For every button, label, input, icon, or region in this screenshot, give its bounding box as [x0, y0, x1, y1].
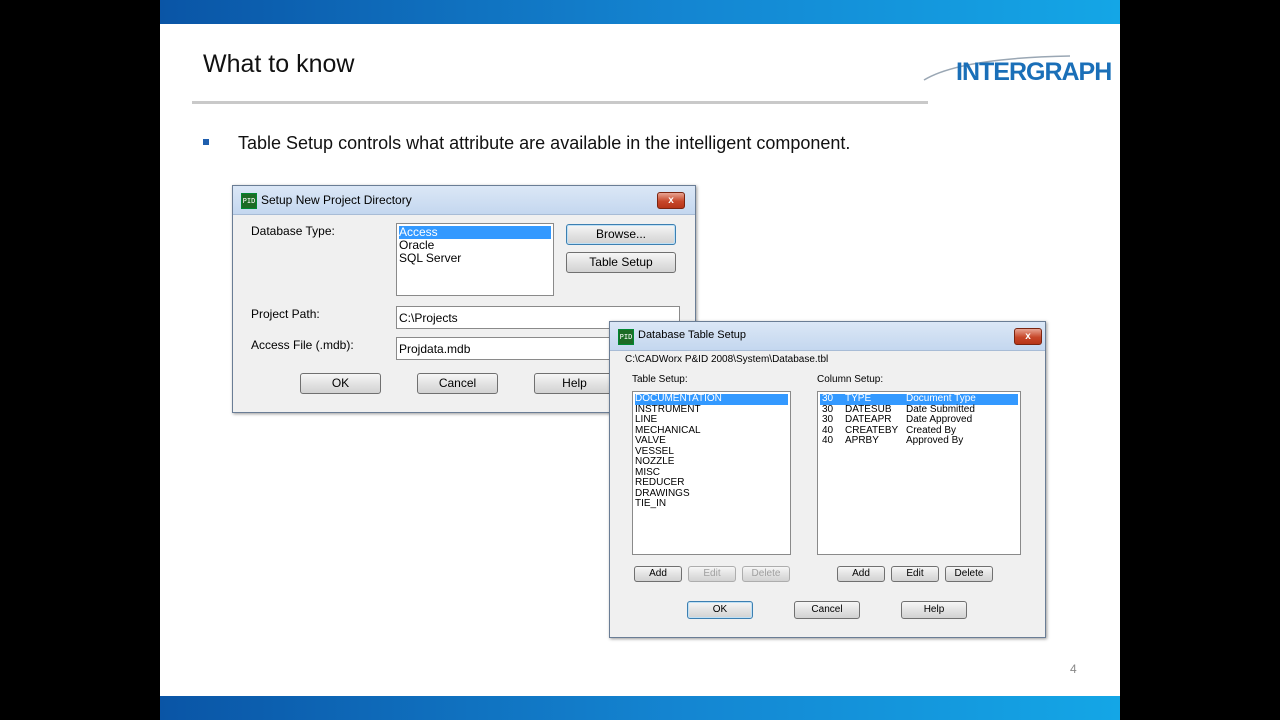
- intergraph-logo: INTERGRAPH: [920, 50, 1112, 94]
- table-add-button[interactable]: Add: [634, 566, 682, 582]
- browse-button[interactable]: Browse...: [566, 224, 676, 245]
- table-list-item[interactable]: TIE_IN: [635, 498, 666, 510]
- column-list-row[interactable]: 30 DATEAPR Date Approved: [820, 414, 1018, 426]
- list-item-sql-server[interactable]: SQL Server: [399, 252, 461, 265]
- database-type-label: Database Type:: [251, 224, 335, 238]
- table-list-item[interactable]: LINE: [635, 414, 657, 426]
- column-edit-button[interactable]: Edit: [891, 566, 939, 582]
- column-size: 40: [822, 435, 834, 446]
- column-add-button[interactable]: Add: [837, 566, 885, 582]
- column-setup-label: Column Setup:: [817, 374, 884, 385]
- table-setup-list[interactable]: DOCUMENTATION INSTRUMENT LINE MECHANICAL VAL…: [632, 391, 791, 555]
- column-list-row[interactable]: 40 APRBY Approved By: [820, 435, 1018, 447]
- column-delete-button[interactable]: Delete: [945, 566, 993, 582]
- column-list-row[interactable]: 30 TYPE Document Type: [820, 393, 1018, 405]
- slide-title: What to know: [203, 50, 355, 78]
- title-divider: [192, 101, 928, 104]
- column-desc: Document Type: [906, 393, 976, 404]
- column-desc: Approved By: [906, 435, 964, 446]
- table-edit-button[interactable]: Edit: [688, 566, 736, 582]
- access-file-value: Projdata.mdb: [399, 342, 471, 356]
- table-setup-button[interactable]: Table Setup: [566, 252, 676, 273]
- top-banner: [160, 0, 1120, 24]
- cadworx-app-icon: PID: [618, 329, 634, 345]
- ok-button[interactable]: OK: [300, 373, 381, 394]
- logo-text: INTERGRAPH: [956, 58, 1112, 86]
- database-file-path: C:\CADWorx P&ID 2008\System\Database.tbl: [625, 354, 829, 365]
- cancel-button[interactable]: Cancel: [417, 373, 498, 394]
- dialog-title: Database Table Setup: [638, 329, 747, 341]
- database-table-setup-dialog: PID Database Table Setup x C:\CADWorx P&…: [609, 321, 1046, 638]
- close-button[interactable]: x: [657, 192, 685, 209]
- column-name: APRBY: [845, 435, 879, 446]
- column-size: 30: [822, 393, 834, 404]
- project-path-value: C:\Projects: [399, 311, 458, 325]
- close-button[interactable]: x: [1014, 328, 1042, 345]
- table-delete-button[interactable]: Delete: [742, 566, 790, 582]
- dialog-titlebar[interactable]: PID Database Table Setup x: [610, 322, 1045, 351]
- dialog-titlebar[interactable]: PID Setup New Project Directory x: [233, 186, 695, 215]
- database-type-list[interactable]: Access Oracle SQL Server: [396, 223, 554, 296]
- project-path-label: Project Path:: [251, 307, 320, 321]
- column-name: DATEAPR: [845, 414, 892, 425]
- cadworx-app-icon: PID: [241, 193, 257, 209]
- column-name: TYPE: [845, 393, 872, 404]
- bottom-banner: [160, 696, 1120, 720]
- page-number: 4: [1070, 662, 1077, 676]
- cancel-button[interactable]: Cancel: [794, 601, 860, 619]
- ok-button[interactable]: OK: [687, 601, 753, 619]
- table-list-item[interactable]: VALVE: [635, 435, 666, 447]
- bullet-text: Table Setup controls what attribute are …: [238, 133, 851, 153]
- dialog-title: Setup New Project Directory: [261, 193, 412, 207]
- access-file-label: Access File (.mdb):: [251, 338, 354, 352]
- column-desc: Date Approved: [906, 414, 973, 425]
- help-button[interactable]: Help: [901, 601, 967, 619]
- bullet-marker: [203, 139, 209, 145]
- table-list-item[interactable]: REDUCER: [635, 477, 684, 489]
- column-setup-list[interactable]: 30 TYPE Document Type 30 DATESUB Date Submitt…: [817, 391, 1021, 555]
- help-button[interactable]: Help: [534, 373, 615, 394]
- table-setup-label: Table Setup:: [632, 374, 688, 385]
- table-list-item[interactable]: NOZZLE: [635, 456, 674, 468]
- column-size: 30: [822, 414, 834, 425]
- table-list-item[interactable]: DOCUMENTATION: [635, 393, 788, 405]
